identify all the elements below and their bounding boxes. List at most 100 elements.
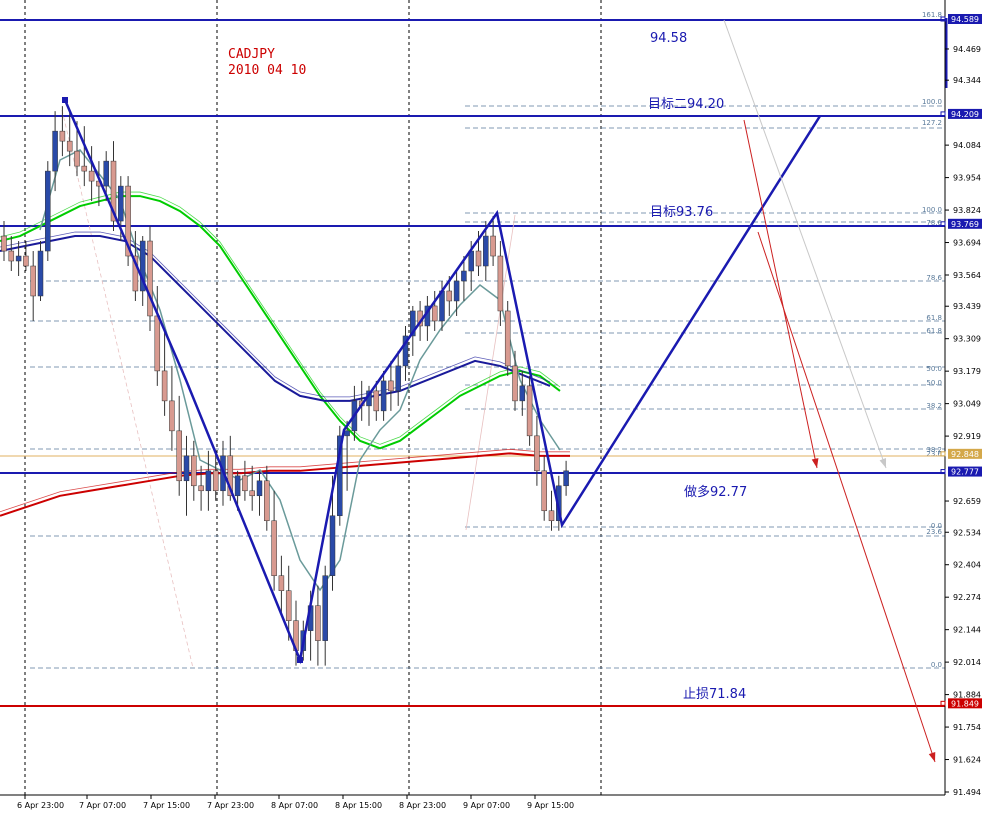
- y-tick-label: 92.014: [953, 658, 981, 667]
- candle-down: [278, 575, 285, 591]
- candle-up: [37, 250, 44, 297]
- candle-down: [154, 315, 161, 372]
- candle-down: [431, 305, 438, 322]
- y-tick-label: 91.624: [953, 756, 981, 765]
- annotation-label: 做多92.77: [684, 484, 747, 500]
- date-label: 2010 04 10: [228, 63, 306, 78]
- candle-up: [103, 160, 109, 187]
- fib-label: 78.6: [926, 274, 942, 282]
- candle-down: [74, 150, 80, 167]
- y-tick-label: 92.659: [953, 497, 981, 506]
- candle-up: [483, 235, 489, 267]
- candle-up: [256, 480, 263, 497]
- x-tick-label: 8 Apr 23:00: [399, 801, 446, 810]
- candle-down: [249, 490, 255, 497]
- y-tick-label: 94.344: [953, 76, 981, 85]
- zigzag-marker: [62, 97, 68, 103]
- y-tick-label: 93.824: [953, 206, 981, 215]
- x-tick-label: 6 Apr 23:00: [17, 801, 64, 810]
- candle-up: [380, 380, 387, 412]
- fib-label: 61.8: [926, 314, 942, 322]
- y-tick-label: 93.564: [953, 271, 981, 280]
- candle-down: [388, 380, 394, 392]
- candle-up: [118, 185, 124, 222]
- candle-up: [453, 280, 460, 302]
- x-tick-label: 8 Apr 15:00: [335, 801, 382, 810]
- candle-up: [519, 385, 526, 402]
- fib-label: 50.0: [926, 365, 942, 373]
- candle-down: [315, 605, 321, 641]
- y-tick-label: 93.309: [953, 335, 981, 344]
- price-tag-label: 93.769: [951, 220, 979, 229]
- fib-label: 50.0: [926, 379, 942, 387]
- candle-up: [183, 455, 190, 482]
- fib-label: 23.6: [926, 450, 942, 458]
- candle-up: [45, 170, 51, 252]
- annotation-label: 目标93.76: [650, 205, 713, 220]
- fib-label: 127.2: [922, 119, 942, 127]
- candle-down: [264, 480, 270, 522]
- y-tick-label: 93.049: [953, 400, 981, 409]
- candle-down: [23, 255, 29, 267]
- candle-down: [198, 485, 204, 492]
- candle-down: [271, 520, 277, 576]
- y-tick-label: 92.404: [953, 561, 981, 570]
- y-tick-label: 93.439: [953, 302, 981, 311]
- y-tick-label: 94.469: [953, 45, 981, 54]
- candle-up: [52, 130, 58, 172]
- y-tick-label: 91.884: [953, 691, 981, 700]
- x-tick-label: 9 Apr 07:00: [463, 801, 510, 810]
- y-tick-label: 92.144: [953, 626, 981, 635]
- price-tag-label: 92.777: [951, 468, 979, 477]
- forex-chart: 161.8100.0127.2100.078.678.661.861.850.0…: [0, 0, 982, 810]
- candle-down: [548, 510, 555, 522]
- candle-down: [504, 310, 511, 367]
- price-tag-label: 92.848: [951, 450, 979, 459]
- x-axis: 6 Apr 23:00 7 Apr 07:00 7 Apr 15:00 7 Apr 2…: [17, 795, 574, 810]
- annotation-label: 94.58: [650, 31, 687, 46]
- zigzag-marker: [297, 657, 303, 663]
- candle-up: [15, 255, 22, 262]
- fib-label: 161.8: [922, 11, 942, 19]
- price-tag-label: 91.849: [951, 699, 979, 708]
- candle-up: [329, 515, 336, 576]
- x-tick-label: 7 Apr 07:00: [79, 801, 126, 810]
- y-tick-label: 94.084: [953, 141, 981, 150]
- y-tick-label: 93.954: [953, 174, 981, 183]
- fib-label: 100.0: [922, 98, 942, 106]
- candle-up: [344, 430, 350, 437]
- candle-down: [285, 590, 292, 621]
- annotation-label: 止损71.84: [683, 687, 746, 702]
- candle-down: [373, 390, 380, 412]
- price-tag-label: 94.209: [951, 110, 979, 119]
- x-tick-label: 8 Apr 07:00: [271, 801, 318, 810]
- y-tick-label: 92.534: [953, 528, 981, 537]
- plot-background: [0, 0, 945, 795]
- fib-label: 61.8: [926, 327, 942, 335]
- candle-down: [88, 170, 95, 182]
- y-tick-label: 93.694: [953, 239, 981, 248]
- candle-down: [242, 475, 248, 492]
- y-tick-label: 91.754: [953, 723, 981, 732]
- x-tick-label: 9 Apr 15:00: [527, 801, 574, 810]
- candle-down: [191, 455, 197, 487]
- y-tick-label: 93.179: [953, 367, 981, 376]
- candle-down: [534, 435, 540, 472]
- candle-down: [161, 370, 168, 402]
- y-tick-label: 92.919: [953, 432, 981, 441]
- fib-label: 0.0: [931, 661, 942, 669]
- y-tick-label: 91.494: [953, 788, 981, 797]
- candle-down: [497, 255, 504, 312]
- candle-down: [8, 250, 15, 262]
- x-tick-label: 7 Apr 15:00: [143, 801, 190, 810]
- candle-down: [212, 470, 219, 492]
- symbol-label: CADJPY: [228, 47, 275, 62]
- candle-down: [446, 290, 453, 302]
- candle-down: [59, 130, 66, 142]
- candle-down: [176, 430, 182, 482]
- y-axis: 94.589 94.469 94.344 94.209 94.084 93.954 93.8…: [940, 14, 982, 797]
- candle-up: [322, 575, 328, 641]
- candle-up: [461, 270, 467, 282]
- candle-down: [66, 140, 73, 152]
- x-tick-label: 7 Apr 23:00: [207, 801, 254, 810]
